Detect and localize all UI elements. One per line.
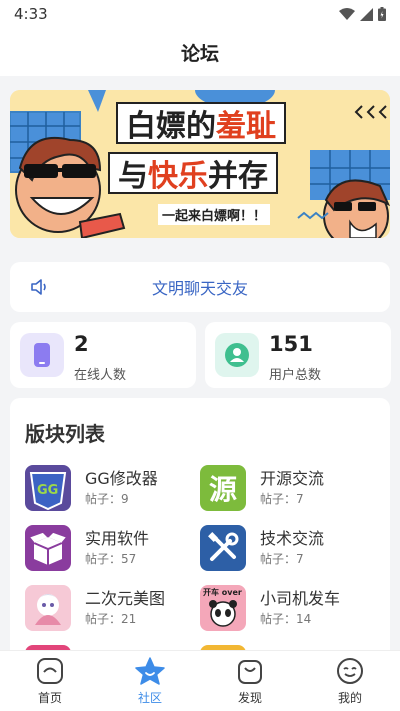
board-posts: 帖子：9 — [85, 492, 129, 506]
board-item-driver[interactable]: 开车 over 小司机发车 帖子：14 — [200, 583, 380, 633]
total-users-card: 151 用户总数 — [205, 322, 391, 388]
board-item-gg[interactable]: GG GG修改器 帖子：9 — [25, 463, 205, 513]
panda-icon-text: 开车 over — [203, 588, 242, 597]
board-item-anime[interactable]: 二次元美图 帖子：21 — [25, 583, 205, 633]
signal-icon — [360, 7, 373, 21]
board-posts: 帖子：7 — [260, 492, 304, 506]
tab-label: 发现 — [237, 691, 262, 705]
banner-headline-2: 与 快乐 并存 — [108, 152, 278, 194]
banner-text-1b: 羞耻 — [216, 109, 276, 144]
banner-text-2b: 快乐 — [148, 159, 208, 194]
banner-slogan: 一起来白嫖啊！！ — [158, 204, 271, 225]
board-item-tech[interactable]: 技术交流 帖子：7 — [200, 523, 380, 573]
tab-label: 我的 — [337, 691, 362, 705]
page-title: 论坛 — [180, 42, 219, 65]
board-posts: 帖子：21 — [85, 612, 137, 626]
board-posts: 帖子：57 — [85, 552, 137, 566]
notice-text: 文明聊天交友 — [151, 279, 248, 298]
tab-label: 首页 — [37, 691, 62, 705]
clock: 4:33 — [14, 5, 48, 23]
source-icon: 源 — [200, 465, 246, 511]
tab-community[interactable]: 社区 — [100, 651, 200, 711]
battery-icon — [378, 7, 386, 21]
stat-icon-bg — [215, 333, 259, 377]
bottom-tab-bar: 首页 社区 发现 我的 — [0, 650, 400, 711]
home-icon — [37, 658, 63, 684]
face-icon — [337, 658, 363, 684]
notice-bar[interactable]: 文明聊天交友 — [10, 262, 390, 312]
board-posts: 帖子：7 — [260, 552, 304, 566]
board-name: 开源交流 — [260, 469, 325, 488]
board-posts: 帖子：14 — [260, 612, 312, 626]
box-icon — [25, 525, 71, 571]
source-icon-text: 源 — [208, 473, 237, 506]
status-icons — [339, 7, 386, 21]
board-name: 小司机发车 — [260, 589, 341, 608]
user-icon — [225, 343, 249, 367]
tab-mine[interactable]: 我的 — [300, 651, 400, 711]
total-users-count: 151 — [269, 332, 313, 356]
speaker-icon — [31, 279, 46, 295]
anime-icon — [25, 585, 71, 631]
total-users-label: 用户总数 — [269, 368, 322, 383]
bag-icon — [238, 660, 262, 684]
board-name: 二次元美图 — [85, 589, 166, 608]
wifi-icon — [339, 7, 355, 20]
gg-icon: GG — [25, 465, 71, 511]
promo-banner[interactable]: 白嫖的 羞耻 与 快乐 并存 一起来白嫖啊！！ — [10, 90, 390, 238]
board-item-software[interactable]: 实用软件 帖子：57 — [25, 523, 205, 573]
online-count: 2 — [74, 332, 89, 356]
panda-icon: 开车 over — [200, 585, 246, 631]
banner-text-2a: 与 — [118, 159, 148, 194]
app-header: 论坛 — [0, 28, 400, 76]
banner-text-2c: 并存 — [208, 159, 268, 194]
tab-discover[interactable]: 发现 — [200, 651, 300, 711]
phone-icon — [34, 343, 50, 367]
banner-text-1a: 白嫖的 — [126, 109, 216, 144]
banner-headline-1: 白嫖的 羞耻 — [116, 102, 286, 144]
online-users-card: 2 在线人数 — [10, 322, 196, 388]
tab-label: 社区 — [137, 691, 162, 705]
svg-text:GG: GG — [37, 483, 58, 498]
status-bar: 4:33 — [0, 0, 400, 28]
board-item-opensource[interactable]: 源 开源交流 帖子：7 — [200, 463, 380, 513]
section-title: 版块列表 — [25, 422, 105, 446]
board-name: 实用软件 — [85, 529, 150, 548]
board-name: GG修改器 — [85, 469, 158, 488]
star-icon — [135, 657, 165, 685]
tools-icon — [200, 525, 246, 571]
online-label: 在线人数 — [74, 368, 127, 383]
tab-home[interactable]: 首页 — [0, 651, 100, 711]
board-name: 技术交流 — [260, 529, 325, 548]
stat-icon-bg — [20, 333, 64, 377]
